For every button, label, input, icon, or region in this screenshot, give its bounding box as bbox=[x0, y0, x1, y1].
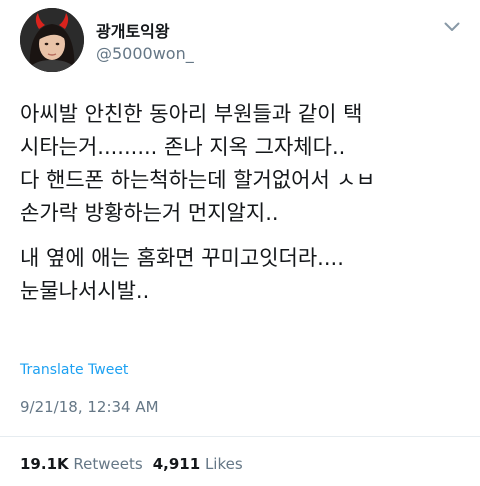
retweets-stat[interactable]: 19.1K Retweets bbox=[20, 455, 143, 473]
avatar[interactable] bbox=[20, 8, 84, 72]
chevron-down-icon[interactable] bbox=[444, 22, 460, 32]
tweet-paragraph: 아씨발 안친한 동아리 부원들과 같이 택 시타는거......... 존나 지… bbox=[20, 98, 460, 230]
divider bbox=[0, 436, 480, 437]
likes-label: Likes bbox=[204, 455, 243, 473]
tweet-timestamp[interactable]: 9/21/18, 12:34 AM bbox=[20, 398, 159, 416]
tweet-text-line: 손가락 방황하는거 먼지알지.. bbox=[20, 201, 279, 225]
avatar-image bbox=[20, 8, 84, 72]
retweets-label: Retweets bbox=[73, 455, 143, 473]
likes-stat[interactable]: 4,911 Likes bbox=[153, 455, 243, 473]
author-display-name[interactable]: 광개토익왕 bbox=[96, 18, 170, 42]
tweet-stats: 19.1K Retweets 4,911 Likes bbox=[20, 455, 243, 473]
author-handle[interactable]: @5000won_ bbox=[96, 44, 194, 63]
tweet-text-line: 시타는거......... 존나 지옥 그자체다.. bbox=[20, 135, 346, 159]
tweet-text-line: 눈물나서시발.. bbox=[20, 279, 150, 303]
tweet-paragraph: 내 옆에 애는 홈화면 꾸미고잇더라.... 눈물나서시발.. bbox=[20, 242, 460, 308]
tweet-text-line: 내 옆에 애는 홈화면 꾸미고잇더라.... bbox=[20, 246, 344, 270]
retweets-count: 19.1K bbox=[20, 455, 69, 473]
likes-count: 4,911 bbox=[152, 455, 201, 473]
tweet-text: 아씨발 안친한 동아리 부원들과 같이 택 시타는거......... 존나 지… bbox=[20, 98, 460, 308]
tweet-text-line: 다 핸드폰 하는척하는데 할거없어서 ㅅㅂ bbox=[20, 168, 376, 192]
tweet-text-line: 아씨발 안친한 동아리 부원들과 같이 택 bbox=[20, 102, 363, 126]
tweet: 광개토익왕 @5000won_ 아씨발 안친한 동아리 부원들과 같이 택 시타… bbox=[0, 0, 480, 486]
translate-tweet-link[interactable]: Translate Tweet bbox=[20, 362, 128, 378]
